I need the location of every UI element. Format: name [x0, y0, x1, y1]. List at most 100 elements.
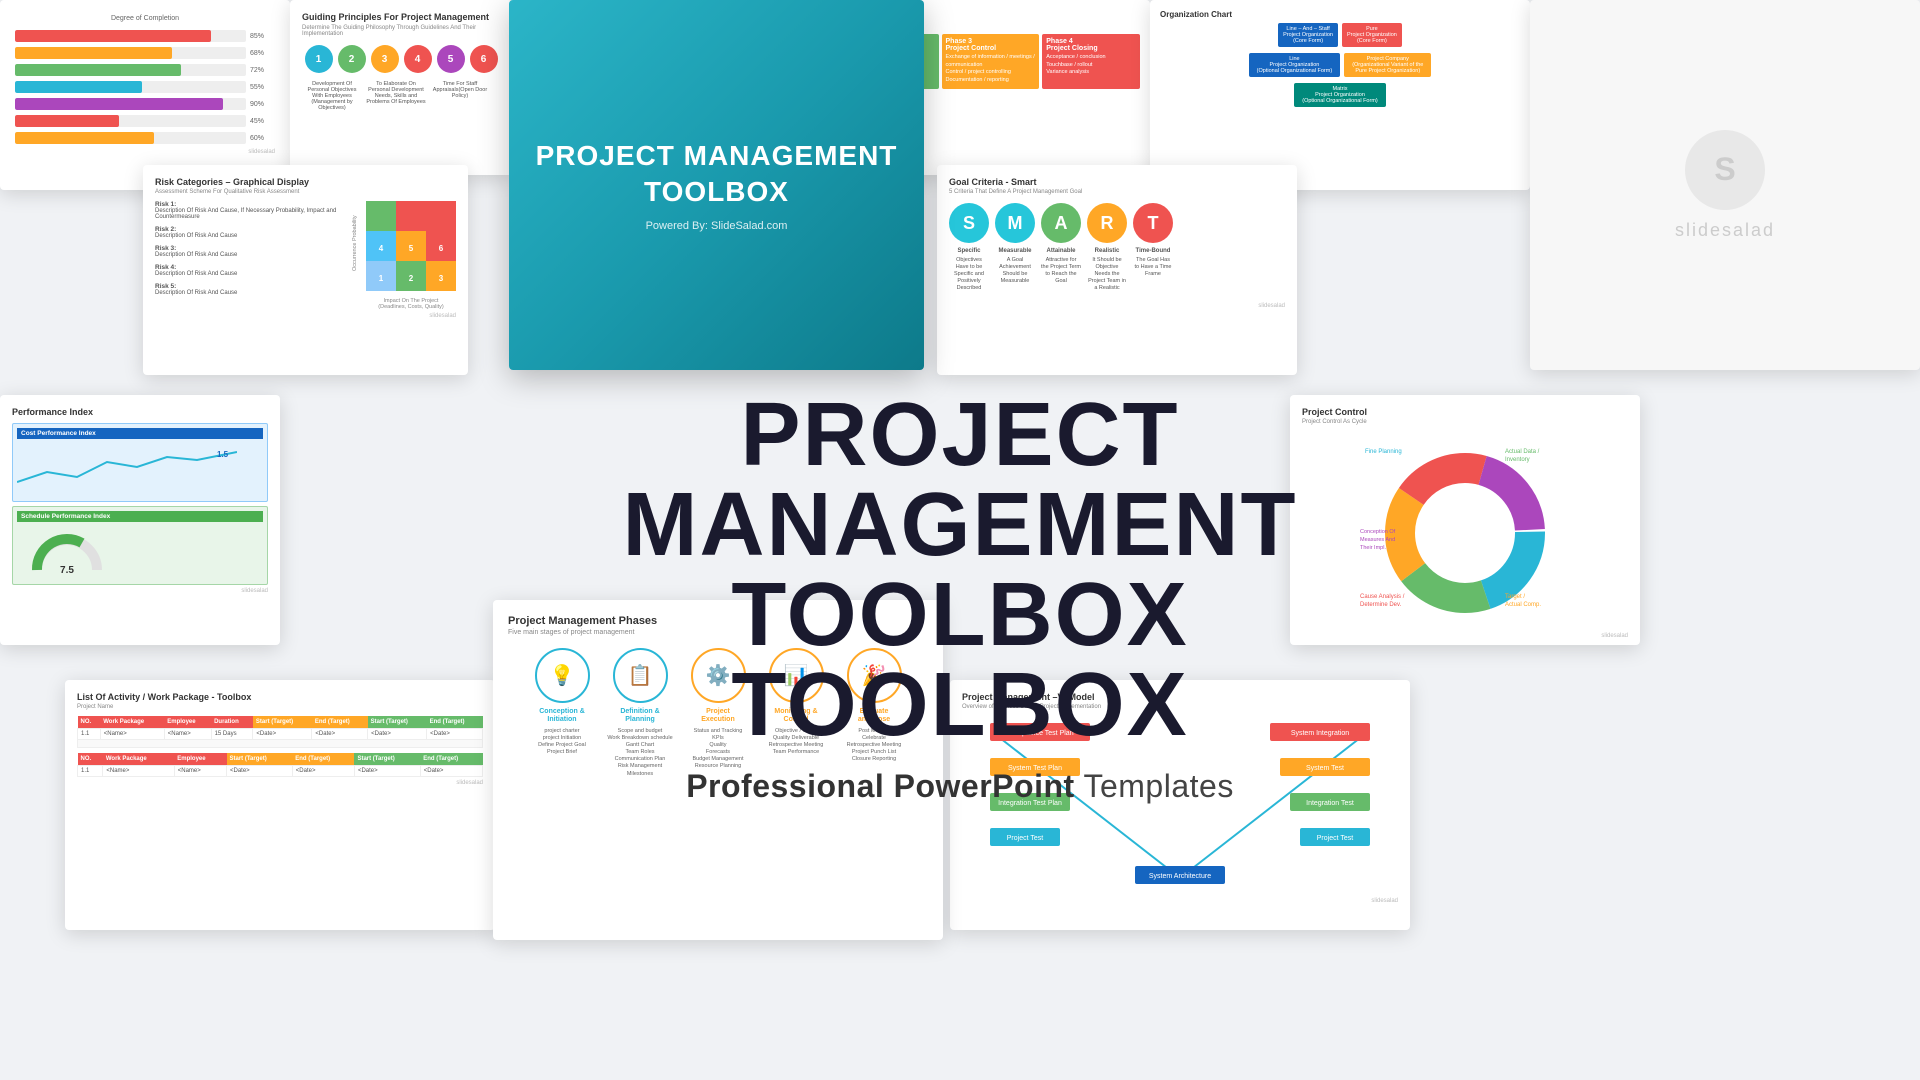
org-box-top2: PureProject Organization(Core Form) — [1342, 23, 1402, 47]
risk-item-1: Risk 1:Description Of Risk And Cause, If… — [155, 201, 344, 220]
smart-descriptions: SpecificObjectives Have to be Specific a… — [949, 248, 1285, 293]
main-subtitle-bold: Professional PowerPoint — [686, 768, 1074, 804]
activity-watermark: slidesalad — [77, 780, 483, 786]
smart-watermark: slidesalad — [949, 303, 1285, 309]
guiding-title: Guiding Principles For Project Managemen… — [302, 12, 500, 22]
svg-text:Actual Data /: Actual Data / — [1505, 449, 1540, 455]
circle-3: 3 — [371, 45, 399, 73]
smart-circles: S M A R T — [949, 203, 1285, 243]
smart-desc-m: MeasurableA Goal Achievement Should be M… — [995, 248, 1035, 293]
svg-text:System Architecture: System Architecture — [1149, 873, 1211, 880]
risk-watermark: slidesalad — [155, 313, 456, 319]
col-end1: End (Target) — [312, 716, 368, 729]
activity-title: List Of Activity / Work Package - Toolbo… — [77, 692, 483, 702]
table-row — [78, 740, 483, 748]
col-emp: Employee — [164, 716, 211, 729]
activity-sub: Project Name — [77, 704, 483, 710]
svg-text:1: 1 — [379, 274, 384, 283]
smart-title: Goal Criteria - Smart — [949, 177, 1285, 187]
smart-subtitle: 5 Criteria That Define A Project Managem… — [949, 189, 1285, 195]
risk-item-4: Risk 4:Description Of Risk And Cause — [155, 264, 344, 277]
slidesalad-logo-letter: S — [1685, 130, 1765, 210]
cost-perf-chart: 1.5 — [17, 442, 237, 492]
smart-s: S — [949, 203, 989, 243]
hero-title-line2: TOOLBOX — [644, 174, 789, 210]
col-dur: Duration — [211, 716, 253, 729]
risk-matrix-svg: 1 2 3 4 5 6 — [366, 201, 456, 291]
activity-list-slide: List Of Activity / Work Package - Toolbo… — [65, 680, 495, 930]
svg-text:4: 4 — [379, 244, 384, 253]
col-no: NO. — [78, 716, 101, 729]
risk-item-3: Risk 3:Description Of Risk And Cause — [155, 245, 344, 258]
col-wp: Work Package — [100, 716, 164, 729]
circle-4: 4 — [404, 45, 432, 73]
smart-m: M — [995, 203, 1035, 243]
guiding-principles-slide: Guiding Principles For Project Managemen… — [290, 0, 512, 175]
svg-text:2: 2 — [409, 274, 414, 283]
svg-text:7.5: 7.5 — [60, 565, 74, 575]
col-end2: End (Target) — [427, 716, 483, 729]
smart-desc-a: AttainableAttractive for the Project Ter… — [1041, 248, 1081, 293]
smart-desc-t: Time-BoundThe Goal Has to Have a Time Fr… — [1133, 248, 1173, 293]
guiding-circles: 1 2 3 4 5 6 — [302, 45, 500, 73]
org-title: Organization Chart — [1160, 10, 1520, 19]
smart-r: R — [1087, 203, 1127, 243]
risk-subtitle: Assessment Scheme For Qualitative Risk A… — [155, 189, 456, 195]
barchart-watermark: slidesalad — [15, 149, 275, 155]
phase-box-3: Phase 3Project Control Exchange of infor… — [942, 34, 1040, 89]
perf-watermark: slidesalad — [12, 588, 268, 594]
svg-text:3: 3 — [439, 274, 444, 283]
main-subtitle: Professional PowerPoint Templates — [480, 768, 1440, 805]
org-box-mid2: Project Company(Organizational Variant o… — [1344, 53, 1431, 77]
schedule-perf-chart: 7.5 — [17, 525, 237, 575]
risk-item-2: Risk 2:Description Of Risk And Cause — [155, 226, 344, 239]
circle-1: 1 — [305, 45, 333, 73]
circle-6: 6 — [470, 45, 498, 73]
bar-chart-title: Degree of Completion — [15, 15, 275, 22]
smart-a: A — [1041, 203, 1081, 243]
smart-t: T — [1133, 203, 1173, 243]
svg-text:Inventory: Inventory — [1505, 457, 1530, 463]
slidesalad-logo-name: slidesalad — [1675, 220, 1775, 241]
svg-text:6: 6 — [439, 244, 444, 253]
risk-item-5: Risk 5:Description Of Risk And Cause — [155, 283, 344, 296]
table-row-2: 1.1 <Name> <Name> <Date> <Date> <Date> <… — [78, 766, 483, 777]
smart-desc-s: SpecificObjectives Have to be Specific a… — [949, 248, 989, 293]
smart-slide: Goal Criteria - Smart 5 Criteria That De… — [937, 165, 1297, 375]
schedule-perf-label: Schedule Performance Index — [17, 511, 263, 522]
main-subtitle-normal: Templates — [1075, 768, 1234, 804]
bar-chart-bars: 85% 68% 72% 55% 90% 45% 60% — [15, 30, 275, 144]
guiding-subtitle: Determine The Guiding Philosophy Through… — [302, 25, 500, 37]
hero-title-line1: PROJECT MANAGEMENT — [536, 138, 898, 174]
main-title-area: Project Management Toolbox TOOLBOX Profe… — [480, 390, 1440, 805]
risk-title: Risk Categories – Graphical Display — [155, 177, 456, 187]
cost-perf-label: Cost Performance Index — [17, 428, 263, 439]
svg-text:Target /: Target / — [1505, 594, 1525, 600]
col-start1: Start (Target) — [253, 716, 312, 729]
org-box-top1: Line – And – StaffProject Organization(C… — [1278, 23, 1338, 47]
performance-index-slide: Performance Index Cost Performance Index… — [0, 395, 280, 645]
main-title-line1: Project Management Toolbox — [480, 390, 1440, 660]
table-row: 1.1 <Name> <Name> 15 Days <Date> <Date> … — [78, 729, 483, 740]
hero-subtitle: Powered By: SlideSalad.com — [646, 220, 788, 232]
circle-2: 2 — [338, 45, 366, 73]
risk-categories-slide: Risk Categories – Graphical Display Asse… — [143, 165, 468, 375]
main-title-line2: TOOLBOX — [480, 660, 1440, 750]
vmodel-watermark: slidesalad — [962, 898, 1398, 904]
svg-text:5: 5 — [409, 244, 414, 253]
activity-table-2: NO. Work Package Employee Start (Target)… — [77, 753, 483, 777]
risk-content: Risk 1:Description Of Risk And Cause, If… — [155, 201, 456, 310]
bar-chart-slide: Degree of Completion 85% 68% 72% 55% 90%… — [0, 0, 290, 190]
svg-text:Project Test: Project Test — [1007, 835, 1043, 842]
svg-text:Project Test: Project Test — [1317, 835, 1353, 842]
col-start2: Start (Target) — [368, 716, 427, 729]
phase-box-4: Phase 4Project Closing Acceptance / conc… — [1042, 34, 1140, 89]
activity-table: NO. Work Package Employee Duration Start… — [77, 716, 483, 748]
slidesalad-logo-slide: S slidesalad — [1530, 0, 1920, 370]
org-box-bot: MatrixProject Organization(Optional Orga… — [1294, 83, 1386, 107]
risk-list: Risk 1:Description Of Risk And Cause, If… — [155, 201, 344, 310]
circle-5: 5 — [437, 45, 465, 73]
perf-title: Performance Index — [12, 407, 268, 417]
org-box-mid1: LineProject Organization(Optional Organi… — [1249, 53, 1341, 77]
svg-text:Actual Comp.: Actual Comp. — [1505, 602, 1541, 608]
